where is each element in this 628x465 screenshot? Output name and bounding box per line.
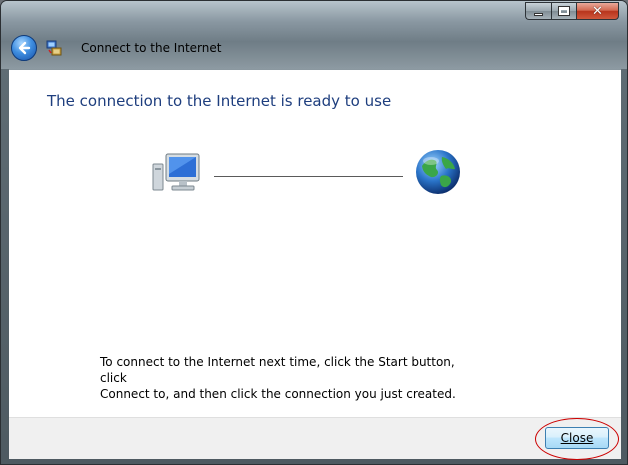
instructions-text: To connect to the Internet next time, cl…	[100, 354, 460, 402]
close-button[interactable]: Close	[545, 427, 609, 449]
title-bar: ✕ Connect to the Internet	[1, 1, 627, 69]
connection-line	[214, 176, 403, 177]
close-icon: ✕	[592, 3, 603, 19]
footer-bar: Close	[9, 417, 621, 459]
computer-icon	[152, 153, 200, 191]
instructions-line-2: Connect to, and then click the connectio…	[100, 387, 456, 401]
back-arrow-icon	[18, 41, 31, 55]
maximize-icon	[558, 6, 570, 16]
minimize-button[interactable]	[525, 2, 551, 20]
caption-buttons: ✕	[525, 2, 619, 20]
page-title: The connection to the Internet is ready …	[47, 92, 392, 110]
window-close-button[interactable]: ✕	[576, 2, 619, 20]
minimize-icon	[534, 12, 543, 16]
content-area: The connection to the Internet is ready …	[9, 69, 621, 418]
wizard-window: ✕ Connect to the Internet The connection…	[0, 0, 628, 465]
network-wizard-icon	[46, 40, 62, 56]
back-button[interactable]	[11, 35, 37, 61]
wizard-title: Connect to the Internet	[81, 41, 222, 55]
instructions-line-1: To connect to the Internet next time, cl…	[100, 355, 455, 385]
globe-icon	[416, 150, 460, 194]
maximize-button[interactable]	[551, 2, 576, 20]
